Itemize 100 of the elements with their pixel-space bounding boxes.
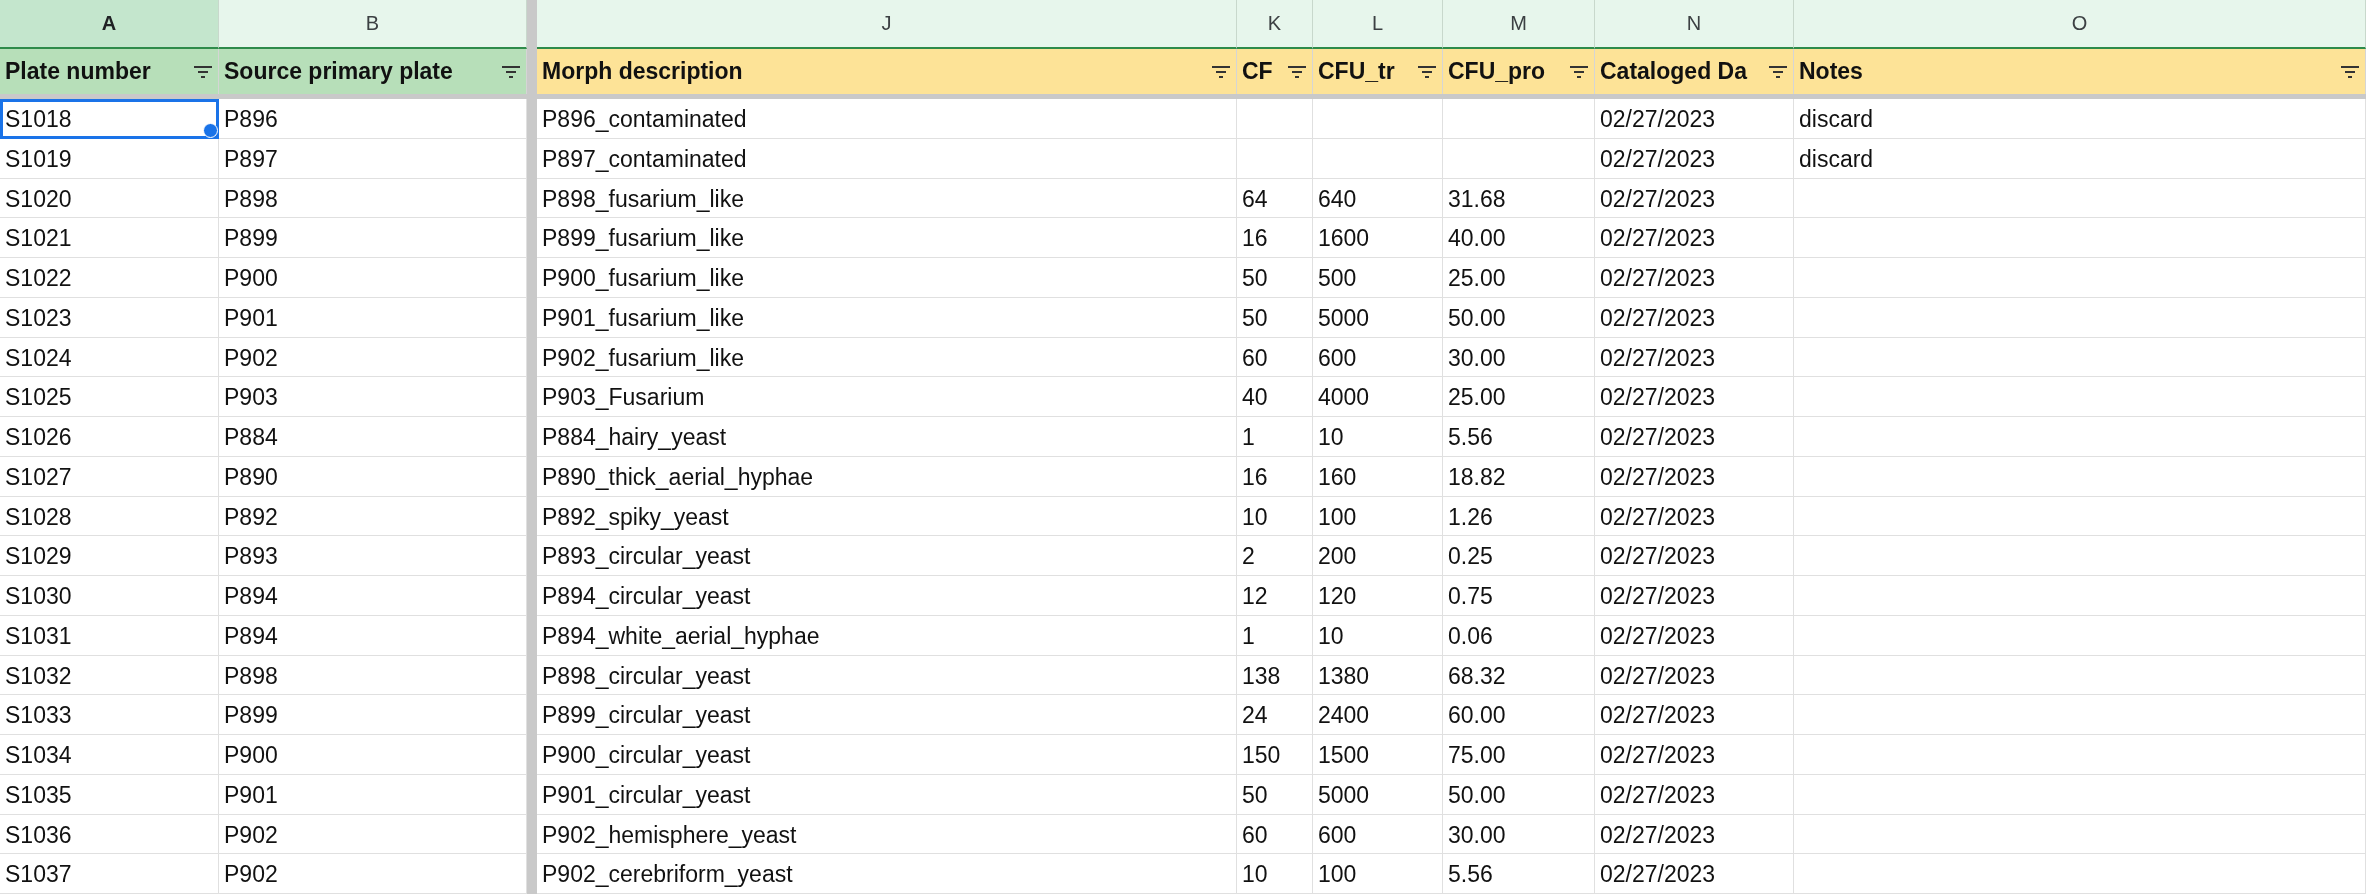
- column-letter[interactable]: L: [1313, 0, 1443, 49]
- table-cell: 02/27/2023: [1595, 496, 1794, 537]
- table-cell: discard: [1794, 138, 2366, 179]
- table-cell: 60: [1237, 814, 1313, 855]
- column-letter[interactable]: B: [219, 0, 527, 49]
- table-cell: 0.25: [1443, 536, 1595, 576]
- table-cell: 5.56: [1443, 417, 1595, 457]
- column-letter[interactable]: N: [1595, 0, 1794, 49]
- column-title: CFU_tr: [1318, 58, 1395, 85]
- table-cell: P900: [219, 258, 527, 298]
- column-letter[interactable]: K: [1237, 0, 1313, 49]
- table-cell: P897: [219, 138, 527, 179]
- table-cell: 02/27/2023: [1595, 218, 1794, 258]
- filter-icon[interactable]: [1418, 65, 1436, 78]
- table-cell: P896: [219, 99, 527, 139]
- filter-icon[interactable]: [1570, 65, 1588, 78]
- table-cell: P901: [219, 297, 527, 338]
- table-cell: P902_cerebriform_yeast: [537, 854, 1237, 894]
- table-cell: 30.00: [1443, 337, 1595, 378]
- table-cell: 16: [1237, 456, 1313, 497]
- table-cell: P890: [219, 456, 527, 497]
- column-letter[interactable]: A: [0, 0, 219, 49]
- filter-icon[interactable]: [1288, 65, 1306, 78]
- table-cell: P899_circular_yeast: [537, 695, 1237, 735]
- table-cell: 02/27/2023: [1595, 615, 1794, 656]
- table-cell: S1027: [0, 456, 219, 497]
- table-cell: S1022: [0, 258, 219, 298]
- column-letter[interactable]: M: [1443, 0, 1595, 49]
- table-cell: 160: [1313, 456, 1443, 497]
- table-cell: 31.68: [1443, 178, 1595, 219]
- table-cell: S1032: [0, 655, 219, 696]
- table-cell: 1: [1237, 615, 1313, 656]
- column-title: Source primary plate: [224, 58, 453, 85]
- table-cell: S1023: [0, 297, 219, 338]
- column-title: Cataloged Da: [1600, 58, 1747, 85]
- table-cell: 2: [1237, 536, 1313, 576]
- filter-icon[interactable]: [1212, 65, 1230, 78]
- table-cell: 75.00: [1443, 735, 1595, 775]
- table-cell: P899: [219, 218, 527, 258]
- table-cell: P893_circular_yeast: [537, 536, 1237, 576]
- table-cell: P902: [219, 814, 527, 855]
- table-cell: 0.75: [1443, 576, 1595, 616]
- table-cell: 1380: [1313, 655, 1443, 696]
- table-cell: P884: [219, 417, 527, 457]
- column-title: Morph description: [542, 58, 743, 85]
- table-cell: 40.00: [1443, 218, 1595, 258]
- active-cell[interactable]: S1018: [0, 99, 219, 139]
- table-cell: S1021: [0, 218, 219, 258]
- table-cell: 02/27/2023: [1595, 655, 1794, 696]
- table-cell: P901_circular_yeast: [537, 774, 1237, 815]
- table-cell: P903: [219, 377, 527, 417]
- table-cell: 640: [1313, 178, 1443, 219]
- column-letter[interactable]: J: [537, 0, 1237, 49]
- table-cell: 02/27/2023: [1595, 417, 1794, 457]
- table-cell: P898_fusarium_like: [537, 178, 1237, 219]
- table-cell: 10: [1237, 496, 1313, 537]
- table-cell: P902: [219, 337, 527, 378]
- table-cell: S1030: [0, 576, 219, 616]
- table-cell: 60: [1237, 337, 1313, 378]
- table-cell: 1.26: [1443, 496, 1595, 537]
- table-cell: 50.00: [1443, 297, 1595, 338]
- table-cell: 24: [1237, 695, 1313, 735]
- table-cell: P884_hairy_yeast: [537, 417, 1237, 457]
- table-cell: 02/27/2023: [1595, 456, 1794, 497]
- table-cell: 40: [1237, 377, 1313, 417]
- table-cell: P890_thick_aerial_hyphae: [537, 456, 1237, 497]
- table-cell: 1: [1237, 417, 1313, 457]
- table-cell: 5.56: [1443, 854, 1595, 894]
- table-cell: S1037: [0, 854, 219, 894]
- table-cell: 02/27/2023: [1595, 774, 1794, 815]
- table-cell: P901_fusarium_like: [537, 297, 1237, 338]
- table-cell: 68.32: [1443, 655, 1595, 696]
- table-cell: P892_spiky_yeast: [537, 496, 1237, 537]
- table-cell: 02/27/2023: [1595, 337, 1794, 378]
- table-cell: P894: [219, 576, 527, 616]
- table-cell: 100: [1313, 496, 1443, 537]
- table-cell: 02/27/2023: [1595, 814, 1794, 855]
- table-cell: 200: [1313, 536, 1443, 576]
- table-cell: P898: [219, 178, 527, 219]
- filter-icon[interactable]: [1769, 65, 1787, 78]
- table-cell: P894_circular_yeast: [537, 576, 1237, 616]
- fill-handle[interactable]: [203, 122, 218, 138]
- column-letter[interactable]: O: [1794, 0, 2366, 49]
- table-cell: P902_hemisphere_yeast: [537, 814, 1237, 855]
- table-cell: S1025: [0, 377, 219, 417]
- table-cell: 02/27/2023: [1595, 258, 1794, 298]
- filter-icon[interactable]: [194, 65, 212, 78]
- filter-icon[interactable]: [2341, 65, 2359, 78]
- column-title: Notes: [1799, 58, 1863, 85]
- table-cell: 16: [1237, 218, 1313, 258]
- table-cell: 10: [1313, 615, 1443, 656]
- table-cell: 02/27/2023: [1595, 576, 1794, 616]
- filter-icon[interactable]: [502, 65, 520, 78]
- table-cell: 50: [1237, 258, 1313, 298]
- table-cell: P894_white_aerial_hyphae: [537, 615, 1237, 656]
- table-cell: 02/27/2023: [1595, 138, 1794, 179]
- table-cell: 02/27/2023: [1595, 695, 1794, 735]
- table-cell: P893: [219, 536, 527, 576]
- table-cell: 5000: [1313, 297, 1443, 338]
- table-cell: 50.00: [1443, 774, 1595, 815]
